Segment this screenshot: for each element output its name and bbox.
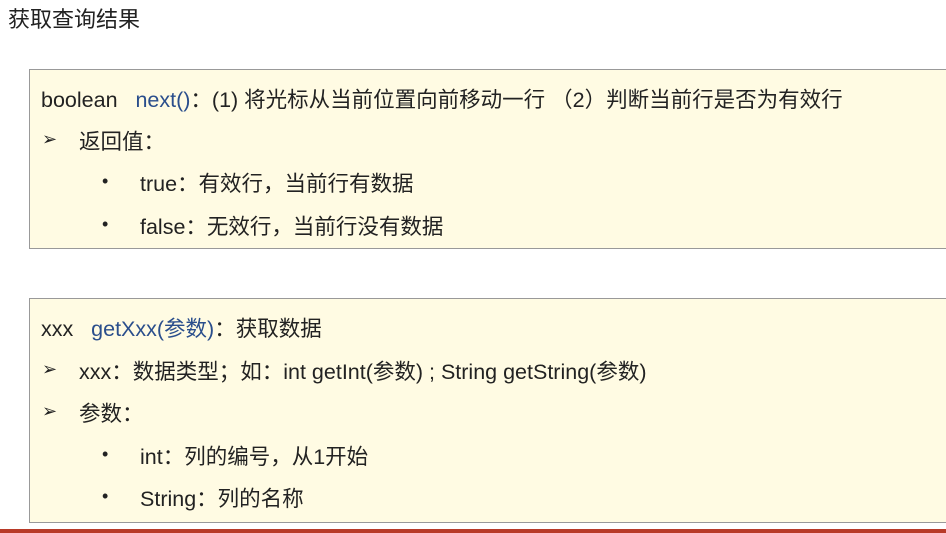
- method-name: getXxx(参数): [91, 317, 215, 341]
- arrow-icon: ➢: [42, 129, 58, 149]
- list-item: true：有效行，当前行有数据: [140, 172, 414, 196]
- type-desc: xxx：数据类型；如：int getInt(参数) ; String getSt…: [79, 360, 647, 384]
- arrow-icon: ➢: [42, 401, 58, 421]
- section-label: 参数：: [79, 402, 144, 426]
- section-label: 返回值：: [79, 130, 166, 154]
- bullet-icon: •: [102, 214, 109, 234]
- getxxx-method-box: xxx getXxx(参数)：获取数据 ➢ xxx：数据类型；如：int get…: [29, 298, 946, 523]
- list-item: String：列的名称: [140, 487, 304, 511]
- list-item: false：无效行，当前行没有数据: [140, 215, 444, 239]
- bullet-icon: •: [102, 444, 109, 464]
- bullet-icon: •: [102, 171, 109, 191]
- next-method-box: boolean next()：(1) 将光标从当前位置向前移动一行 （2）判断当…: [29, 69, 946, 249]
- bullet-icon: •: [102, 486, 109, 506]
- arrow-icon: ➢: [42, 359, 58, 379]
- method-signature: boolean next()：(1) 将光标从当前位置向前移动一行 （2）判断当…: [41, 86, 843, 114]
- method-desc: ：获取数据: [214, 317, 322, 341]
- method-signature: xxx getXxx(参数)：获取数据: [41, 315, 322, 343]
- bottom-red-bar: [0, 529, 946, 533]
- method-desc: ：(1) 将光标从当前位置向前移动一行 （2）判断当前行是否为有效行: [190, 88, 843, 112]
- return-type: xxx: [41, 317, 74, 341]
- page-title: 获取查询结果: [8, 7, 141, 32]
- list-item: int：列的编号，从1开始: [140, 445, 369, 469]
- return-type: boolean: [41, 88, 118, 112]
- method-name: next(): [135, 88, 191, 112]
